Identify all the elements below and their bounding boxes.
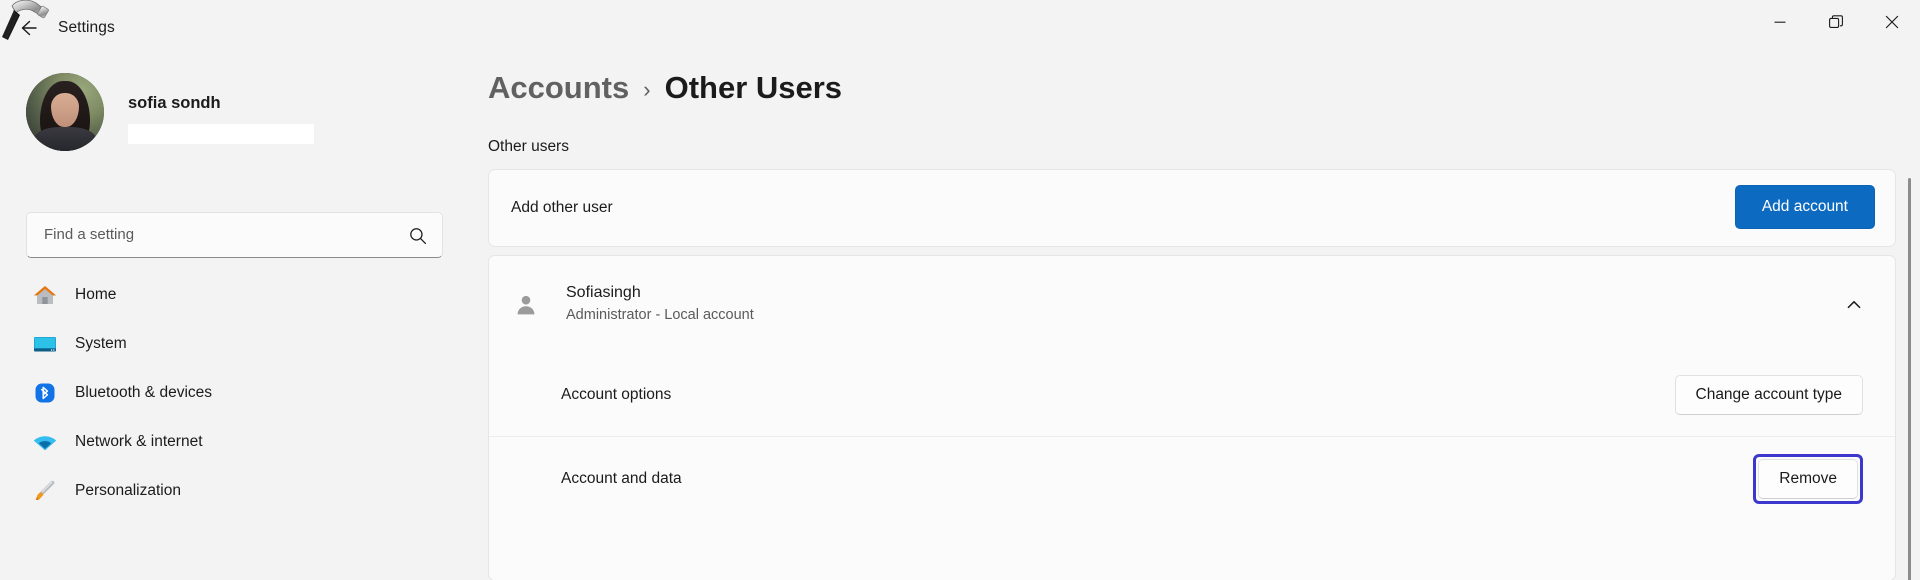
section-label: Other users	[488, 138, 569, 155]
sidebar-item-personalization[interactable]: Personalization	[10, 466, 470, 515]
scrollbar[interactable]	[1904, 178, 1916, 580]
user-identity: Sofiasingh Administrator - Local account	[566, 283, 754, 326]
title-bar: Settings	[0, 0, 1920, 56]
main-content: Accounts › Other Users Other users Add o…	[480, 56, 1920, 580]
restore-button[interactable]	[1808, 0, 1864, 44]
remove-button[interactable]: Remove	[1758, 458, 1858, 499]
add-other-user-card: Add other user Add account	[488, 169, 1896, 247]
settings-window: Settings sofia sondh Find a setting Home…	[0, 0, 1920, 580]
close-icon	[1885, 15, 1899, 29]
account-and-data-label: Account and data	[561, 469, 682, 487]
minimize-button[interactable]	[1752, 0, 1808, 44]
sidebar-item-system[interactable]: System	[10, 319, 470, 368]
remove-action: Remove	[1753, 453, 1863, 504]
profile-email-redacted	[128, 124, 314, 144]
account-options-row: Account options Change account type	[489, 353, 1895, 436]
back-arrow-icon	[21, 20, 37, 36]
account-and-data-row: Account and data Remove	[489, 436, 1895, 520]
avatar	[26, 73, 104, 151]
sidebar-item-label: Network & internet	[75, 432, 203, 450]
sidebar-item-home[interactable]: Home	[10, 270, 470, 319]
home-icon	[32, 282, 58, 308]
page-title: Other Users	[664, 70, 843, 105]
sidebar-item-label: System	[75, 334, 127, 352]
sidebar: sofia sondh Find a setting Home System B…	[0, 56, 480, 580]
bluetooth-icon	[32, 380, 58, 406]
sidebar-item-bluetooth-devices[interactable]: Bluetooth & devices	[10, 368, 470, 417]
change-account-type-button-label: Change account type	[1695, 385, 1843, 403]
user-name: Sofiasingh	[566, 284, 641, 302]
add-account-button[interactable]: Add account	[1734, 185, 1875, 229]
sidebar-item-label: Bluetooth & devices	[75, 383, 213, 401]
breadcrumb-separator-icon: ›	[643, 77, 651, 102]
chevron-up-icon[interactable]	[1837, 288, 1871, 322]
avatar-body	[34, 127, 96, 151]
add-other-user-label: Add other user	[511, 199, 613, 216]
close-button[interactable]	[1864, 0, 1920, 44]
breadcrumb: Accounts › Other Users	[488, 70, 842, 106]
wifi-icon	[32, 429, 58, 455]
paintbrush-icon	[32, 478, 58, 504]
search-icon[interactable]	[408, 226, 428, 246]
change-account-type-action: Change account type	[1674, 374, 1863, 415]
user-summary-row[interactable]: Sofiasingh Administrator - Local account	[489, 256, 1895, 353]
sidebar-item-label: Personalization	[75, 481, 181, 499]
remove-button-label: Remove	[1779, 469, 1837, 487]
account-options-label: Account options	[561, 385, 672, 403]
scrollbar-thumb[interactable]	[1908, 178, 1911, 580]
add-account-button-label: Add account	[1761, 198, 1848, 215]
person-icon	[511, 290, 541, 320]
breadcrumb-parent[interactable]: Accounts	[488, 70, 629, 106]
search-input[interactable]: Find a setting	[26, 212, 443, 258]
sidebar-item-network-internet[interactable]: Network & internet	[10, 417, 470, 466]
back-button[interactable]	[8, 8, 48, 48]
profile-name: sofia sondh	[128, 94, 221, 112]
profile-block[interactable]: sofia sondh	[26, 73, 446, 167]
sidebar-item-label: Home	[75, 285, 117, 303]
sidebar-nav: Home System Bluetooth & devices Network …	[10, 270, 470, 515]
user-account-card: Sofiasingh Administrator - Local account…	[488, 255, 1896, 580]
remove-button-focus-ring: Remove	[1753, 453, 1863, 504]
monitor-icon	[32, 331, 58, 357]
minimize-icon	[1774, 21, 1786, 23]
change-account-type-button[interactable]: Change account type	[1674, 374, 1863, 415]
app-title: Settings	[58, 19, 115, 36]
restore-icon	[1829, 15, 1843, 28]
user-subtitle: Administrator - Local account	[566, 307, 754, 324]
search-placeholder: Find a setting	[44, 226, 135, 243]
add-other-user-row: Add other user Add account	[489, 170, 1895, 246]
window-controls	[1752, 0, 1920, 44]
